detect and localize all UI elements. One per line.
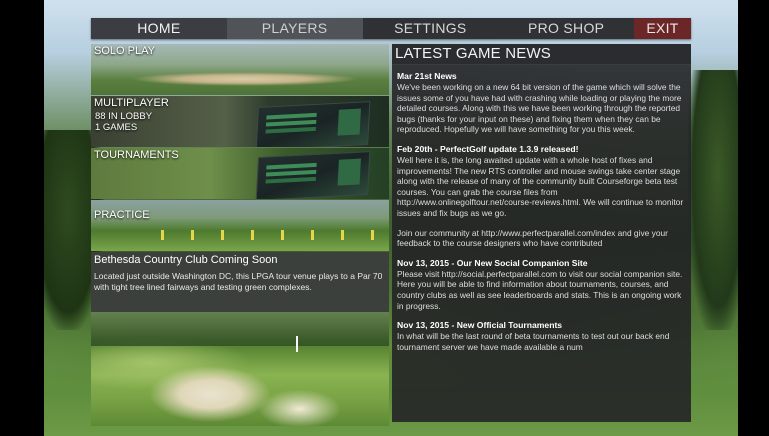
news-item: Nov 13, 2015 - Our New Social Companion … (397, 258, 686, 311)
news-item-body: In what will be the last round of beta t… (397, 331, 670, 352)
featured-course-title: Bethesda Country Club Coming Soon (94, 254, 278, 266)
games-count: 1 GAMES (95, 122, 138, 133)
news-item-title: Feb 20th - PerfectGolf update 1.3.9 rele… (397, 143, 579, 154)
news-item-body: Join our community at http://www.perfect… (397, 227, 668, 249)
background-trees-right (688, 70, 738, 330)
multiplayer-screenshot (255, 101, 371, 147)
news-item: Mar 21st News We've been working on a ne… (397, 71, 686, 135)
news-heading: LATEST GAME NEWS (392, 44, 691, 65)
lobby-count: 88 IN LOBBY (95, 111, 153, 122)
tournaments-screenshot (255, 151, 371, 199)
course-image-flag (296, 336, 298, 352)
nav-exit-button[interactable]: EXIT (634, 18, 691, 39)
nav-home-button[interactable]: HOME (91, 18, 227, 39)
multiplayer-stats: 88 IN LOBBY 1 GAMES (95, 111, 152, 133)
news-item-body: Well here it is, the long awaited update… (397, 154, 684, 218)
solo-play-tile[interactable]: SOLO PLAY (91, 44, 389, 95)
game-modes-panel: SOLO PLAY MULTIPLAYER 88 IN LOBBY 1 GAME… (91, 44, 389, 426)
practice-range-markers (161, 230, 381, 240)
news-panel: LATEST GAME NEWS Mar 21st News We've bee… (392, 44, 691, 422)
featured-course-description: Located just outside Washington DC, this… (94, 271, 383, 292)
news-item-title: Nov 13, 2015 - New Official Tournaments (397, 320, 563, 331)
news-item-body: We've been working on a new 64 bit versi… (397, 82, 682, 135)
tournaments-tile[interactable]: TOURNAMENTS (91, 148, 389, 199)
news-item-title: Mar 21st News (397, 71, 457, 81)
multiplayer-tile[interactable]: MULTIPLAYER 88 IN LOBBY 1 GAMES (91, 96, 389, 147)
multiplayer-title: MULTIPLAYER (94, 97, 169, 109)
news-item-title: Nov 13, 2015 - Our New Social Companion … (397, 257, 588, 268)
nav-pro-shop-button[interactable]: PRO SHOP (498, 18, 634, 39)
main-nav-bar: HOME PLAYERS SETTINGS PRO SHOP EXIT (91, 18, 691, 39)
course-image-trees (91, 312, 389, 346)
tournaments-title: TOURNAMENTS (94, 149, 179, 161)
news-item: Join our community at http://www.perfect… (397, 228, 686, 249)
solo-play-title: SOLO PLAY (94, 45, 155, 57)
featured-course-header: Bethesda Country Club Coming Soon Locate… (91, 252, 389, 312)
nav-players-button[interactable]: PLAYERS (226, 18, 363, 39)
news-item: Nov 13, 2015 - New Official Tournaments … (397, 320, 686, 352)
news-item: Feb 20th - PerfectGolf update 1.3.9 rele… (397, 144, 686, 219)
featured-course-image (91, 312, 389, 426)
news-list[interactable]: Mar 21st News We've been working on a ne… (392, 65, 691, 352)
news-item-body: Please visit http://social.perfectparall… (397, 268, 683, 311)
practice-tile[interactable]: PRACTICE (91, 200, 389, 251)
featured-course-panel[interactable]: Bethesda Country Club Coming Soon Locate… (91, 252, 389, 426)
practice-title: PRACTICE (94, 209, 150, 221)
nav-settings-button[interactable]: SETTINGS (362, 18, 499, 39)
